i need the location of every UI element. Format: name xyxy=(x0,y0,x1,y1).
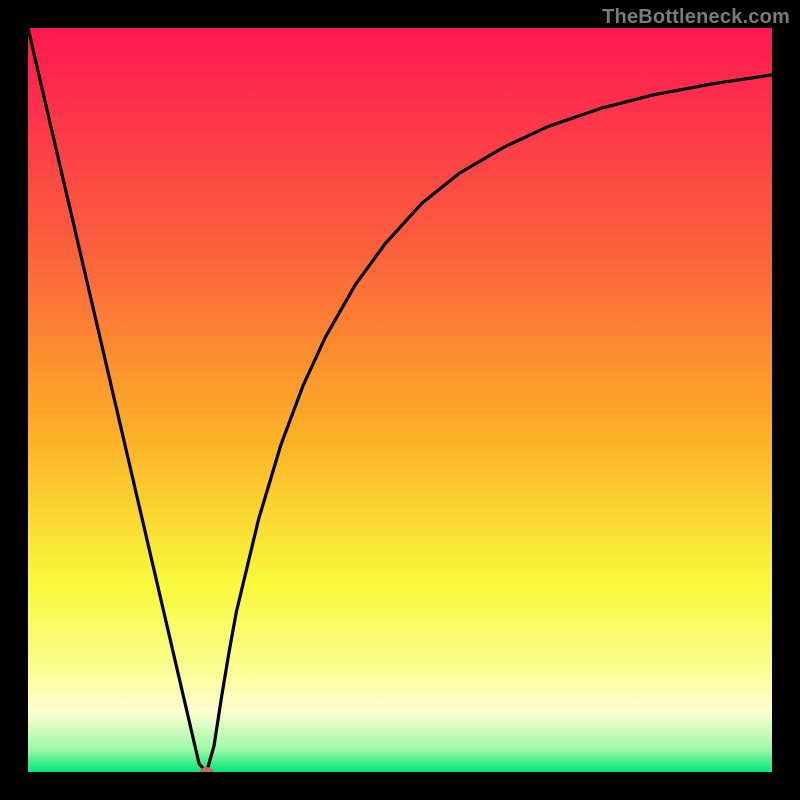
bottleneck-curve xyxy=(28,28,772,772)
watermark-text: TheBottleneck.com xyxy=(602,6,790,29)
plot-area xyxy=(28,28,772,772)
curve-layer xyxy=(28,28,772,772)
chart-container: TheBottleneck.com xyxy=(0,0,800,800)
